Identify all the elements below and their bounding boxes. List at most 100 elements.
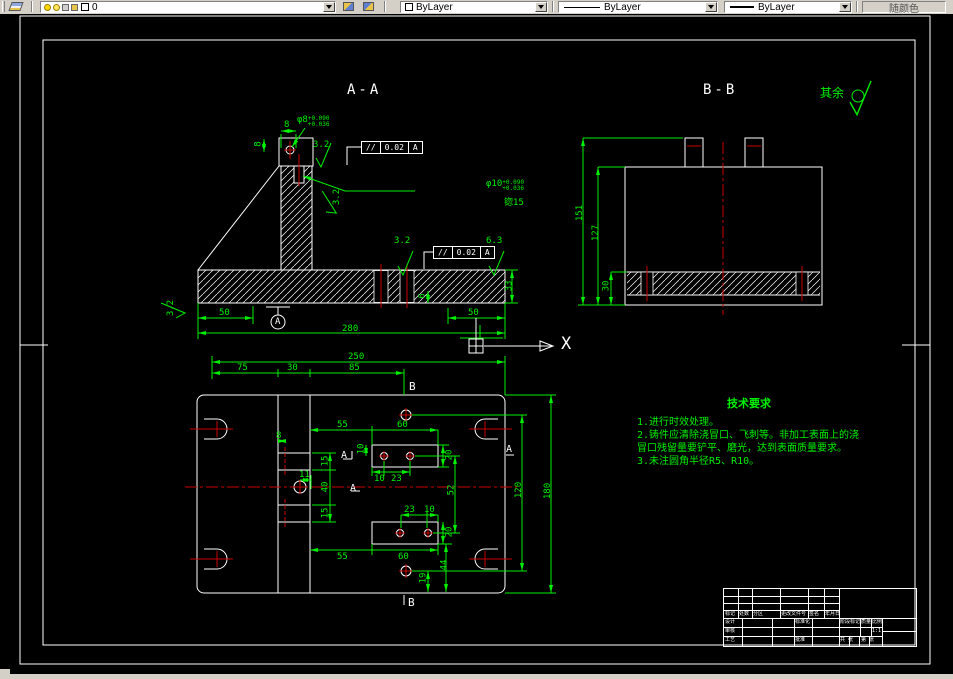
dim-15-a: 15 [320, 455, 331, 467]
tb-sheet-num: 第 张 [861, 637, 875, 643]
dim-75: 75 [237, 363, 248, 373]
dim-15-b: 15 [320, 507, 331, 519]
rest-surfaces-label: 其余 [820, 86, 845, 100]
layer-properties-button[interactable] [8, 0, 24, 13]
dim-127: 127 [591, 224, 602, 242]
x-axis-label: X [561, 334, 572, 354]
surface-finish-3-2-mid: 3.2 [332, 188, 343, 206]
section-aa-title: A-A [347, 82, 382, 98]
tb-scale-value: 1:1 [872, 628, 882, 634]
make-layer-current-icon [342, 2, 354, 11]
linetype-control-combo[interactable]: ByLayer [558, 1, 718, 13]
tb-role-design: 设计 [725, 619, 736, 625]
layer-previous-icon [362, 2, 374, 11]
tb-role-approve: 批准 [795, 637, 806, 643]
section-a-mark-mid: A [350, 483, 357, 494]
dim-280: 280 [342, 324, 359, 334]
dim-30-plan: 30 [287, 363, 298, 373]
lineweight-dropdown-button[interactable] [839, 2, 851, 12]
color-value: ByLayer [416, 1, 453, 13]
view-plan-geometry [196, 383, 514, 605]
linetype-dropdown-button[interactable] [705, 2, 717, 12]
tb-rev-sign: 签名 [809, 611, 820, 617]
current-color-swatch [405, 3, 413, 11]
toolbar: 0 ByLayer ByLayer ByLayer 随颜色 [0, 0, 953, 15]
toolbar-grip[interactable] [2, 1, 5, 12]
view-aa-geometry [197, 137, 506, 330]
toolbar-separator [856, 1, 858, 12]
dim-20-bottom: 20 [444, 526, 455, 538]
dim-10-b: 10 [424, 505, 435, 515]
chevron-down-icon [842, 5, 848, 12]
layers-icon [8, 2, 24, 11]
drawing-canvas[interactable] [0, 0, 953, 679]
tb-mass: 质量 [861, 619, 871, 625]
plot-style-control: 随颜色 [862, 1, 946, 15]
dim-33: 33 [504, 280, 515, 292]
layer-color-swatch [81, 3, 89, 11]
make-layer-current-button[interactable] [340, 0, 356, 13]
linetype-sample-icon [564, 6, 600, 8]
dim-60-bottom: 60 [398, 552, 409, 562]
dim-30-bb: 30 [601, 280, 612, 292]
dim-10-a: 10 [374, 474, 385, 484]
layer-name: 0 [92, 1, 98, 13]
tb-rev-doc: 更改文件号 [781, 611, 807, 617]
layer-previous-button[interactable] [360, 0, 376, 13]
dim-50-left: 50 [219, 308, 230, 318]
dim-20-top: 20 [444, 449, 455, 461]
surface-finish-3-2-left: 3.2 [166, 299, 177, 317]
tb-rev-zone: 分区 [753, 611, 764, 617]
layer-freeze-sun-icon[interactable] [53, 3, 60, 11]
parallelism-frame-top: //0.02 A [361, 141, 423, 154]
dim-phi10: φ10 +0.090 +0.036 [486, 179, 524, 192]
lineweight-value: ByLayer [758, 1, 795, 13]
crosshair-cursor [468, 318, 484, 354]
section-b-mark-top: B [409, 380, 416, 393]
tech-requirement-line-4: 3.未注圆角半径R5、R10。 [637, 456, 760, 467]
lineweight-sample-icon [730, 6, 754, 8]
title-block: 标记 处数 分区 更改文件号 签名 年月日 设计 审核 工艺 标准化 批准 阶段… [723, 588, 917, 647]
layer-control-combo[interactable]: 0 [40, 1, 336, 13]
dim-52: 52 [446, 484, 457, 496]
section-b-mark-bottom: B [408, 596, 415, 609]
dim-55-bottom: 55 [337, 552, 348, 562]
dim-55-top: 55 [337, 420, 348, 430]
toolbar-separator [384, 1, 386, 12]
dim-50-right: 50 [468, 308, 479, 318]
dim-23-a: 23 [391, 474, 402, 484]
surface-finish-3-2-top: 3.2 [313, 140, 330, 150]
tb-rev-mark: 标记 [725, 611, 736, 617]
section-bb-title: B-B [703, 82, 738, 98]
tech-requirements-title: 技术要求 [727, 397, 771, 410]
section-a-mark-right: A [506, 444, 513, 455]
tb-stage: 阶段标记 [840, 619, 860, 625]
surface-finish-3-2-base: 3.2 [394, 236, 411, 246]
chevron-down-icon [326, 5, 332, 12]
dim-10-vert: 10 [356, 443, 367, 455]
tb-sheet-total: 共 张 [840, 637, 854, 643]
layer-plot-icon[interactable] [71, 3, 78, 11]
dim-8-plan: 8 [276, 431, 282, 441]
tb-role-standard: 标准化 [795, 619, 811, 625]
dim-phi8: φ8 +0.090 +0.036 [297, 115, 330, 128]
dim-6: 6 [417, 293, 428, 299]
layer-on-bulb-icon[interactable] [44, 3, 51, 11]
dim-85: 85 [349, 363, 360, 373]
color-dropdown-button[interactable] [535, 2, 547, 12]
tech-requirement-line-3: 冒口残留量要铲平、磨光，达到表面质量要求。 [637, 443, 847, 454]
dim-180: 180 [543, 482, 554, 500]
dim-8-left: 8 [253, 141, 264, 147]
tb-role-process: 工艺 [725, 637, 736, 643]
dim-250: 250 [348, 352, 365, 362]
layer-dropdown-button[interactable] [323, 2, 335, 12]
layer-lock-icon[interactable] [62, 3, 69, 11]
dim-60-top: 60 [397, 420, 408, 430]
x-axis-arrow [484, 340, 555, 352]
lineweight-control-combo[interactable]: ByLayer [724, 1, 852, 13]
color-control-combo[interactable]: ByLayer [400, 1, 548, 13]
section-a-mark-left: A [341, 450, 348, 461]
dim-8-top: 8 [284, 120, 290, 130]
toolbar-separator [552, 1, 554, 12]
dim-44: 44 [439, 559, 450, 571]
